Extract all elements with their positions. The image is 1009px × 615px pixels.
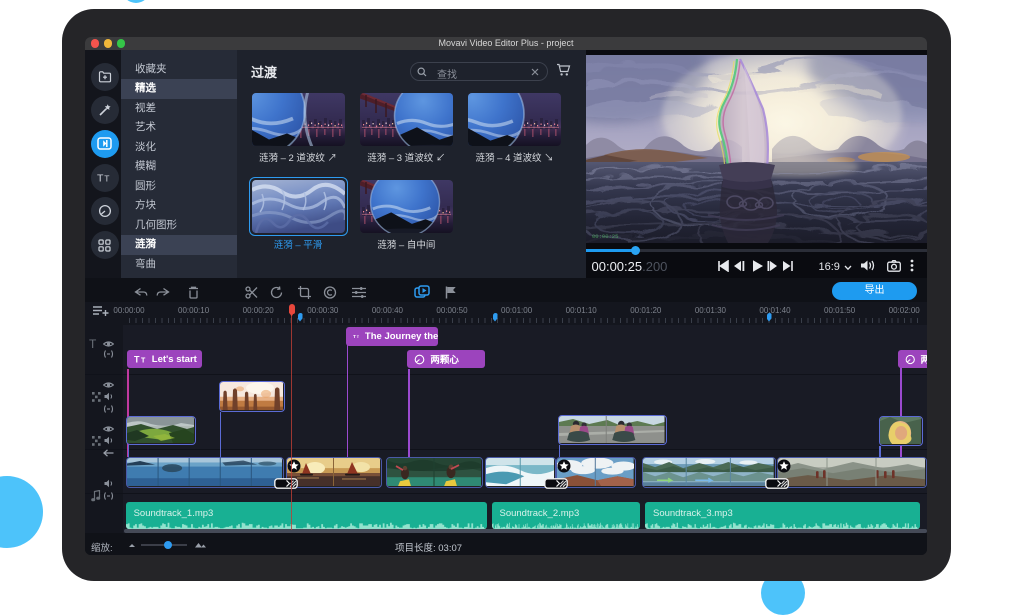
svg-text:T: T — [104, 174, 109, 184]
svg-text:00:00:25: 00:00:25 — [592, 233, 618, 240]
svg-text:T: T — [357, 335, 360, 339]
svg-text:T: T — [353, 334, 356, 340]
svg-text:T: T — [97, 173, 104, 184]
svg-text:T: T — [134, 355, 140, 365]
svg-text:T: T — [141, 358, 146, 365]
